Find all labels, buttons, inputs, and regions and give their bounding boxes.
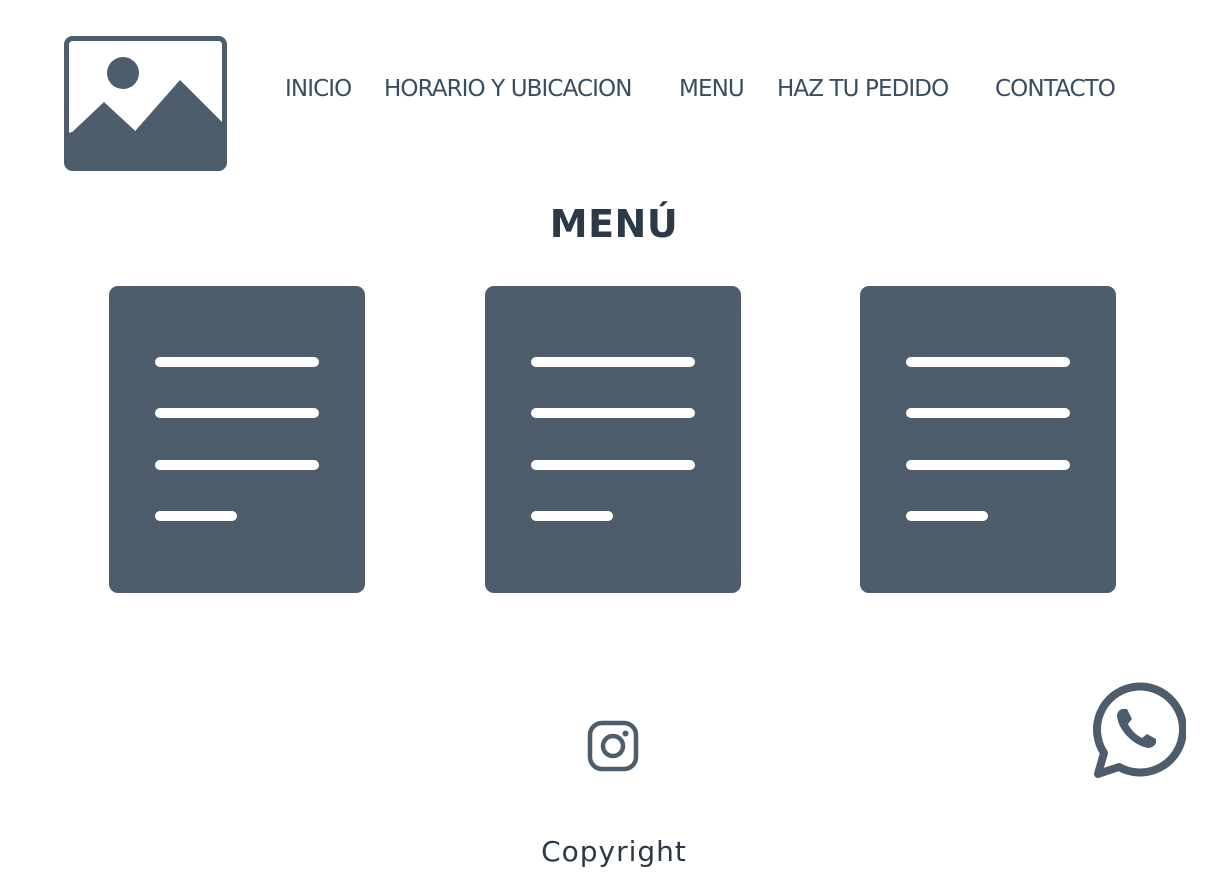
- menu-card[interactable]: [485, 286, 741, 593]
- copyright-text: Copyright: [541, 835, 687, 868]
- main-nav: INICIO HORARIO Y UBICACION MENU HAZ TU P…: [0, 74, 1228, 104]
- whatsapp-icon: [1093, 682, 1187, 778]
- page-title: MENÚ: [549, 202, 679, 246]
- menu-card[interactable]: [109, 286, 365, 593]
- whatsapp-button[interactable]: [1086, 679, 1187, 779]
- nav-item-menu[interactable]: MENU: [679, 74, 745, 104]
- instagram-icon: [587, 720, 639, 772]
- nav-item-contacto[interactable]: CONTACTO: [995, 74, 1116, 104]
- instagram-link[interactable]: [587, 720, 641, 774]
- menu-card[interactable]: [860, 286, 1116, 593]
- nav-item-horario-y-ubicacion[interactable]: HORARIO Y UBICACION: [384, 74, 632, 104]
- nav-item-haz-tu-pedido[interactable]: HAZ TU PEDIDO: [777, 74, 949, 104]
- nav-item-inicio[interactable]: INICIO: [285, 74, 352, 104]
